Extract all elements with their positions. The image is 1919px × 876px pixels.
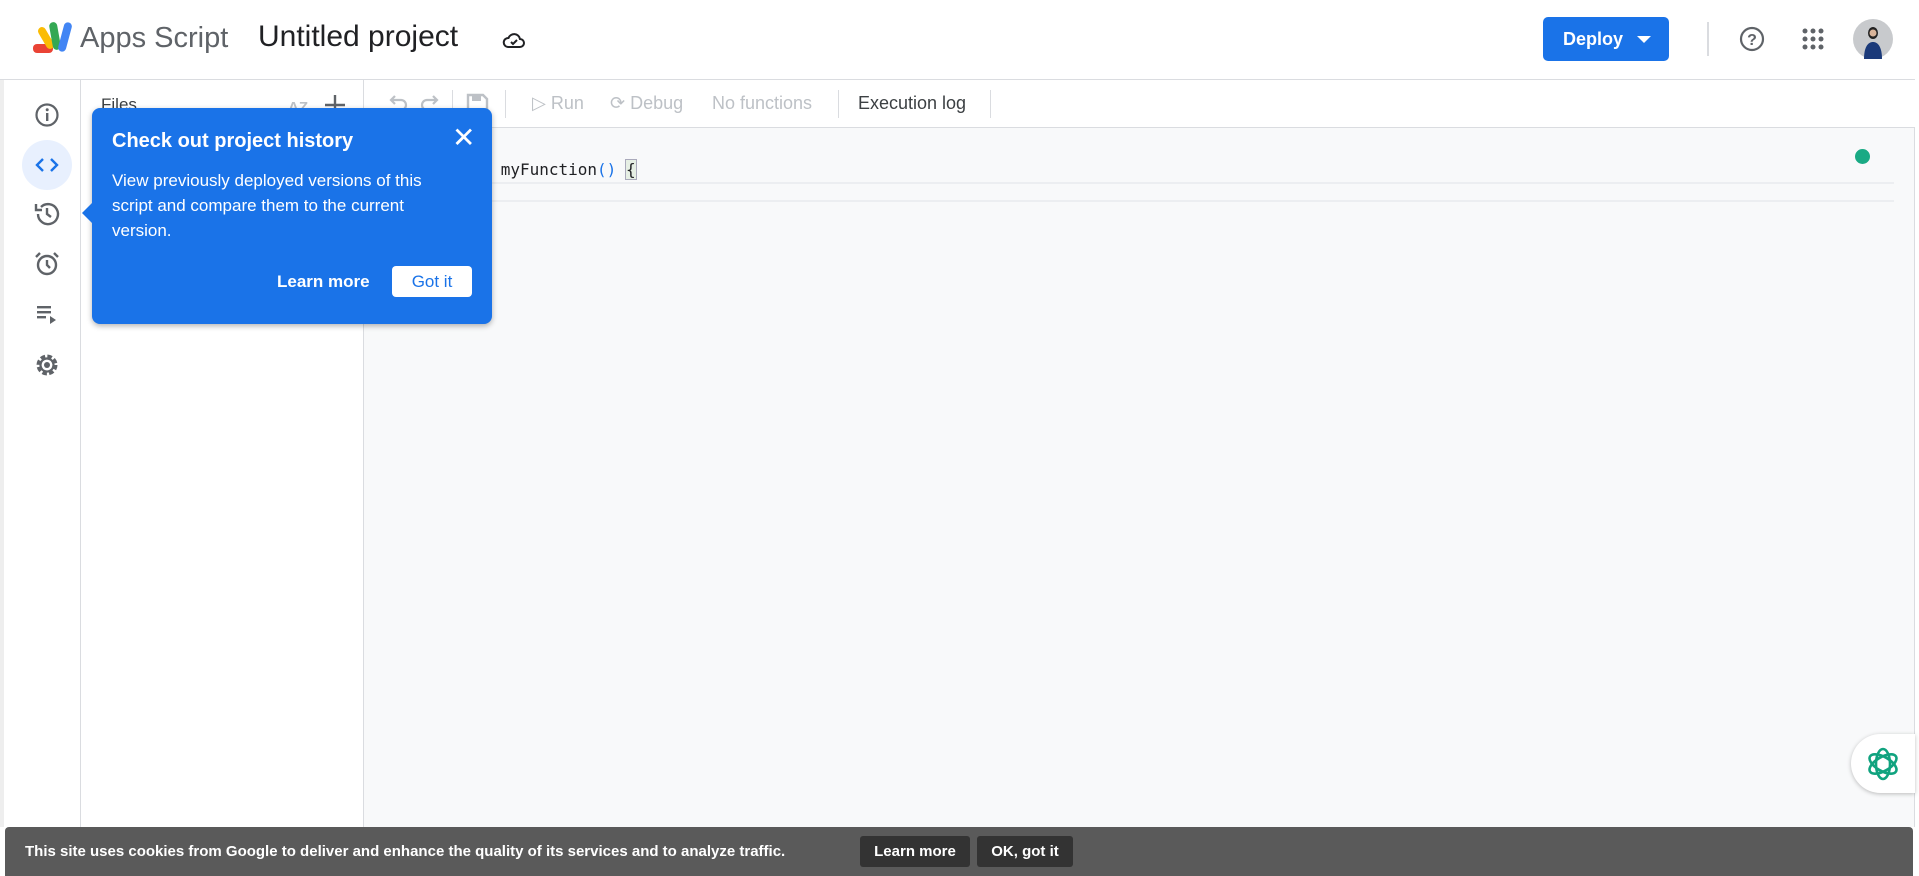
editor-toolbar: ▷ Run ⟳ Debug No functions Execution log bbox=[364, 80, 1915, 128]
gemini-icon bbox=[1868, 747, 1898, 780]
current-line-highlight bbox=[364, 182, 1894, 202]
app-header: Apps Script Untitled project Deploy ? bbox=[0, 0, 1915, 80]
project-history-button[interactable] bbox=[22, 189, 72, 239]
executions-list-icon bbox=[37, 306, 56, 324]
alarm-clock-icon bbox=[35, 252, 59, 276]
svg-text:?: ? bbox=[1747, 32, 1757, 49]
cookie-banner: This site uses cookies from Google to de… bbox=[5, 827, 1913, 876]
debug-button[interactable]: ⟳ Debug bbox=[610, 93, 683, 114]
project-history-tooltip: Check out project history ✕ View previou… bbox=[82, 108, 492, 324]
close-icon[interactable]: ✕ bbox=[452, 124, 475, 152]
divider bbox=[1707, 22, 1709, 56]
run-label: Run bbox=[550, 93, 584, 113]
executions-button[interactable] bbox=[22, 289, 72, 339]
tooltip-arrow bbox=[82, 202, 93, 224]
execution-log-button[interactable]: Execution log bbox=[858, 93, 966, 114]
run-button[interactable]: ▷ Run bbox=[532, 93, 584, 114]
learn-more-link[interactable]: Learn more bbox=[277, 272, 370, 292]
code-icon bbox=[35, 158, 59, 172]
cookie-learn-more-button[interactable]: Learn more bbox=[860, 836, 970, 867]
tooltip-title: Check out project history bbox=[112, 130, 354, 152]
gear-icon bbox=[36, 354, 58, 376]
code-parens: () bbox=[597, 160, 617, 179]
cloud-saved-icon bbox=[502, 33, 525, 48]
deploy-label: Deploy bbox=[1563, 28, 1624, 49]
got-it-button[interactable]: Got it bbox=[392, 266, 472, 297]
project-title[interactable]: Untitled project bbox=[258, 20, 458, 54]
code-function-name: myFunction bbox=[491, 160, 598, 179]
editor-button[interactable] bbox=[22, 140, 72, 190]
divider bbox=[505, 90, 506, 118]
apps-script-logo-icon bbox=[33, 22, 72, 53]
cookie-text: This site uses cookies from Google to de… bbox=[25, 843, 786, 860]
avatar[interactable] bbox=[1853, 19, 1893, 59]
divider bbox=[838, 90, 839, 118]
apps-grid-icon[interactable] bbox=[1802, 28, 1824, 50]
cookie-ok-button[interactable]: OK, got it bbox=[977, 836, 1073, 867]
info-icon bbox=[35, 103, 59, 127]
code-brace: { bbox=[624, 159, 637, 180]
play-icon: ▷ bbox=[532, 93, 546, 113]
left-nav-rail bbox=[0, 80, 81, 827]
help-icon[interactable]: ? bbox=[1739, 26, 1765, 52]
deploy-button[interactable]: Deploy bbox=[1543, 17, 1669, 61]
chevron-down-icon bbox=[1637, 36, 1651, 43]
code-editor[interactable]: function myFunction() { bbox=[364, 128, 1915, 827]
debug-label: Debug bbox=[630, 93, 684, 113]
status-dot bbox=[1855, 149, 1870, 164]
divider bbox=[990, 90, 991, 118]
history-icon bbox=[34, 202, 60, 226]
function-select[interactable]: No functions bbox=[712, 93, 812, 114]
app-name: Apps Script bbox=[80, 22, 229, 54]
tooltip-body: View previously deployed versions of thi… bbox=[112, 171, 422, 240]
debug-icon: ⟳ bbox=[610, 93, 626, 113]
gemini-assistant-button[interactable] bbox=[1851, 734, 1915, 793]
overview-button[interactable] bbox=[22, 90, 72, 140]
triggers-button[interactable] bbox=[22, 239, 72, 289]
settings-button[interactable] bbox=[22, 340, 72, 390]
